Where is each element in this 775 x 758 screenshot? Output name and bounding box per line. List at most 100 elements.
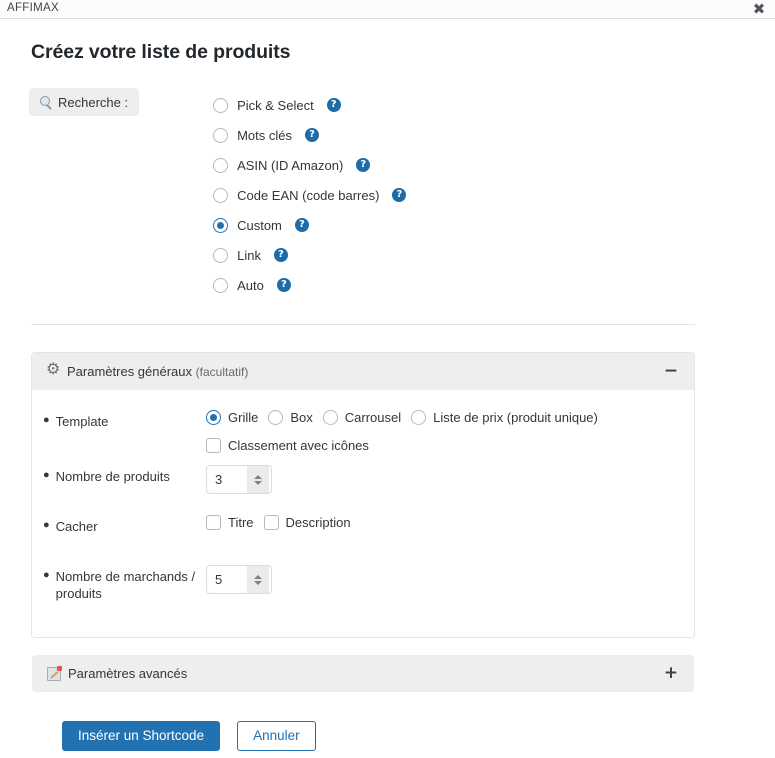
checkbox-classement-avec-icones[interactable]: Classement avec icônes [206,438,369,453]
checkbox-indicator[interactable] [263,515,279,530]
bullet-icon: ● [43,469,50,481]
checkbox-label: Description [285,515,351,530]
row-product-count-label-text: Nombre de produits [55,469,170,484]
radio-label: Link [237,247,261,263]
dialog-footer: Insérer un Shortcode Annuler [0,693,775,751]
help-icon[interactable]: ? [326,98,341,112]
template-option-box[interactable]: Box [268,410,313,425]
row-hide-controls: Titre Description [206,515,694,530]
search-label-button[interactable]: Recherche : [29,88,140,116]
help-icon[interactable]: ? [273,248,288,262]
help-icon[interactable]: ? [305,128,319,142]
help-icon[interactable]: ? [356,158,371,172]
window-titlebar: AFFIMAX ✖ [0,0,775,19]
row-merchant-count-label-text: Nombre de marchands / produits [55,569,196,602]
radio-indicator[interactable] [213,217,229,233]
chevron-down-icon[interactable] [254,580,262,585]
checkbox-indicator[interactable] [206,515,221,530]
row-product-count-label: ● Nombre de produits [43,465,206,485]
template-checkbox-group: Classement avec icônes [206,438,694,453]
window-title: AFFIMAX [7,2,59,15]
radio-indicator[interactable] [213,157,229,173]
row-hide: ● Cacher Titre Description [32,515,694,553]
product-count-stepper[interactable] [206,465,272,494]
radio-label: Code EAN (code barres) [237,187,380,203]
radio-indicator[interactable] [213,187,229,203]
row-product-count: ● Nombre de produits [32,465,694,503]
insert-shortcode-button[interactable]: Insérer un Shortcode [62,721,221,751]
row-hide-label: ● Cacher [43,515,206,535]
row-merchant-count-label: ● Nombre de marchands / produits [43,565,206,603]
product-count-spinner[interactable] [247,466,269,493]
radio-indicator[interactable] [213,247,229,263]
hide-checkbox-group: Titre Description [206,515,694,530]
radio-indicator[interactable] [206,410,221,425]
checkbox-label: Titre [228,515,254,530]
merchant-count-stepper[interactable] [206,565,272,594]
checkbox-hide-titre[interactable]: Titre [206,515,254,530]
product-count-input[interactable] [207,466,247,493]
radio-indicator[interactable] [213,277,229,293]
row-product-count-controls [206,465,694,494]
close-icon[interactable]: ✖ [749,0,769,19]
advanced-settings-title: Paramètres avancés [68,666,188,681]
advanced-settings-header[interactable]: Paramètres avancés + [32,655,694,692]
radio-indicator[interactable] [322,410,338,425]
help-icon[interactable]: ? [294,218,309,232]
radio-asin[interactable]: ASIN (ID Amazon) ? [213,150,406,180]
chevron-up-icon[interactable] [254,574,262,579]
radio-indicator[interactable] [411,410,427,425]
row-hide-label-text: Cacher [55,519,98,534]
search-label-text: Recherche : [58,94,129,110]
template-option-carrousel[interactable]: Carrousel [322,410,401,425]
radio-custom[interactable]: Custom ? [213,210,406,240]
radio-code-ean[interactable]: Code EAN (code barres) ? [213,180,407,210]
chevron-down-icon[interactable] [254,480,262,485]
radio-pick-and-select[interactable]: Pick & Select ? [213,90,406,120]
template-option-label: Grille [228,410,259,425]
radio-mots-cles[interactable]: Mots clés ? [213,120,406,150]
radio-link[interactable]: Link ? [213,240,406,270]
general-settings-optional-text: (facultatif) [195,365,249,379]
expand-plus-icon[interactable]: + [662,665,680,682]
checkbox-hide-description[interactable]: Description [263,515,351,530]
radio-auto[interactable]: Auto ? [213,270,406,300]
checkbox-indicator[interactable] [206,438,221,453]
page-content: Créez votre liste de produits Recherche … [0,19,775,758]
row-template: ● Template Grille Box Carrousel Liste de… [32,410,694,453]
general-settings-header-left: Paramètres généraux (facultatif) [46,361,662,379]
bullet-icon: ● [43,414,50,426]
checkbox-label: Classement avec icônes [228,438,369,453]
merchant-count-spinner[interactable] [247,566,269,593]
cancel-button[interactable]: Annuler [237,721,316,751]
section-divider [31,324,695,325]
row-merchant-count: ● Nombre de marchands / produits [32,565,694,603]
general-settings-header[interactable]: Paramètres généraux (facultatif) − [32,353,694,390]
merchant-count-input[interactable] [207,566,247,593]
radio-indicator[interactable] [213,97,229,113]
radio-label: Custom [237,217,282,233]
template-option-label: Liste de prix (produit unique) [433,410,598,425]
chevron-up-icon[interactable] [254,474,262,479]
advanced-settings-header-left: Paramètres avancés [47,665,662,681]
page-title: Créez votre liste de produits [31,41,291,63]
radio-label: Mots clés [237,127,292,143]
memo-icon [47,665,62,681]
collapse-minus-icon[interactable]: − [662,363,680,380]
bullet-icon: ● [43,519,50,531]
advanced-settings-panel: Paramètres avancés + [31,654,695,693]
radio-label: ASIN (ID Amazon) [237,157,344,173]
template-option-liste-de-prix[interactable]: Liste de prix (produit unique) [411,410,598,425]
general-settings-title: Paramètres généraux (facultatif) [67,364,248,379]
row-template-label-text: Template [55,414,109,429]
general-settings-title-text: Paramètres généraux [67,364,193,379]
radio-indicator[interactable] [268,410,284,425]
template-option-label: Box [290,410,313,425]
radio-indicator[interactable] [213,127,229,143]
bullet-icon: ● [43,569,50,581]
gear-icon [46,361,60,378]
template-option-grille[interactable]: Grille [206,410,258,425]
help-icon[interactable]: ? [276,278,291,292]
help-icon[interactable]: ? [392,188,407,202]
general-settings-body: ● Template Grille Box Carrousel Liste de… [32,390,694,637]
